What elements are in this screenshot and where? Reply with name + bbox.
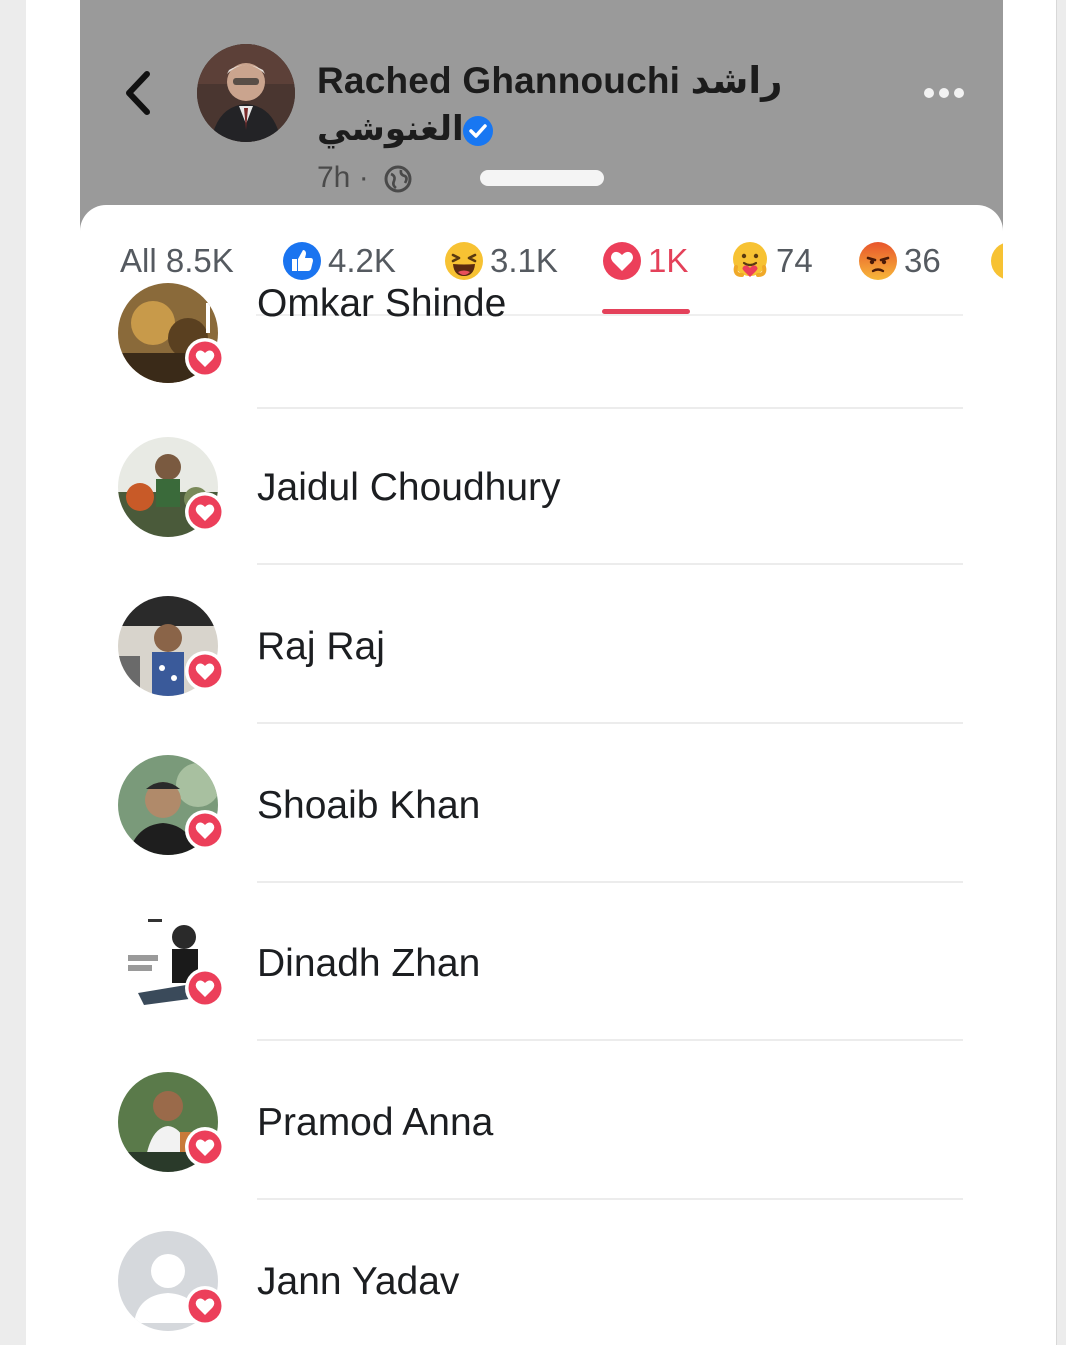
love-icon <box>602 241 642 281</box>
frame-border-left <box>0 0 26 1345</box>
tab-haha-label: 3.1K <box>490 242 558 279</box>
sheet-drag-handle[interactable] <box>480 170 604 186</box>
row-divider <box>257 563 963 565</box>
love-reaction-badge-icon <box>184 337 226 379</box>
love-reaction-badge-icon <box>184 967 226 1009</box>
person-name[interactable]: Raj Raj <box>257 624 385 670</box>
frame-border-line <box>1056 0 1057 1345</box>
tab-haha[interactable]: 3.1K <box>444 239 558 283</box>
back-arrow-icon[interactable] <box>118 68 158 118</box>
tab-angry[interactable]: 36 <box>858 239 941 283</box>
list-item[interactable]: Shoaib Khan <box>80 755 1003 913</box>
row-divider <box>257 1198 963 1200</box>
tab-all-label: All 8.5K <box>120 242 234 279</box>
post-timestamp: 7h · <box>317 161 369 194</box>
like-icon <box>282 241 322 281</box>
row-divider <box>257 881 963 883</box>
tab-love[interactable]: 1K <box>602 239 688 283</box>
person-name[interactable]: Omkar Shinde <box>257 281 506 327</box>
globe-icon <box>383 164 413 194</box>
love-reaction-badge-icon <box>184 1285 226 1327</box>
tab-all[interactable]: All 8.5K <box>120 239 234 283</box>
tab-care[interactable]: 74 <box>730 239 813 283</box>
tab-like-label: 4.2K <box>328 242 396 279</box>
person-name[interactable]: Jaidul Choudhury <box>257 465 561 511</box>
list-item[interactable]: Pramod Anna <box>80 1072 1003 1230</box>
list-item[interactable]: Raj Raj <box>80 596 1003 754</box>
love-reaction-badge-icon <box>184 650 226 692</box>
love-reaction-badge-icon <box>184 1126 226 1168</box>
angry-icon <box>858 241 898 281</box>
tab-more-reactions[interactable] <box>990 239 1003 283</box>
tab-like[interactable]: 4.2K <box>282 239 396 283</box>
list-item[interactable]: Dinadh Zhan <box>80 913 1003 1071</box>
care-icon <box>730 241 770 281</box>
more-options-icon[interactable] <box>918 80 970 106</box>
page-avatar[interactable] <box>197 44 295 142</box>
haha-icon <box>444 241 484 281</box>
person-name[interactable]: Dinadh Zhan <box>257 941 480 987</box>
love-reaction-badge-icon <box>184 809 226 851</box>
row-divider <box>257 1039 963 1041</box>
wow-icon <box>990 241 1003 281</box>
list-item[interactable]: Jann Yadav <box>80 1231 1003 1345</box>
list-item[interactable]: Jaidul Choudhury <box>80 437 1003 595</box>
love-reaction-badge-icon <box>184 491 226 533</box>
frame-border-right <box>1056 0 1066 1345</box>
person-name[interactable]: Pramod Anna <box>257 1100 493 1146</box>
person-name[interactable]: Jann Yadav <box>257 1259 459 1305</box>
tab-angry-label: 36 <box>904 242 941 279</box>
verified-badge-icon <box>461 114 495 148</box>
page-name-second-line[interactable]: الغنوشي <box>317 106 464 152</box>
tab-love-label: 1K <box>648 242 689 279</box>
reactions-sheet: All 8.5K 4.2K 3.1K 1K 74 36 Omkar Shinde… <box>80 205 1003 1345</box>
row-divider <box>257 722 963 724</box>
person-name[interactable]: Shoaib Khan <box>257 783 480 829</box>
list-item[interactable]: Omkar Shinde <box>80 281 1003 441</box>
tab-care-label: 74 <box>776 242 813 279</box>
page-name[interactable]: Rached Ghannouchi راشد <box>317 56 787 106</box>
row-divider <box>257 407 963 409</box>
